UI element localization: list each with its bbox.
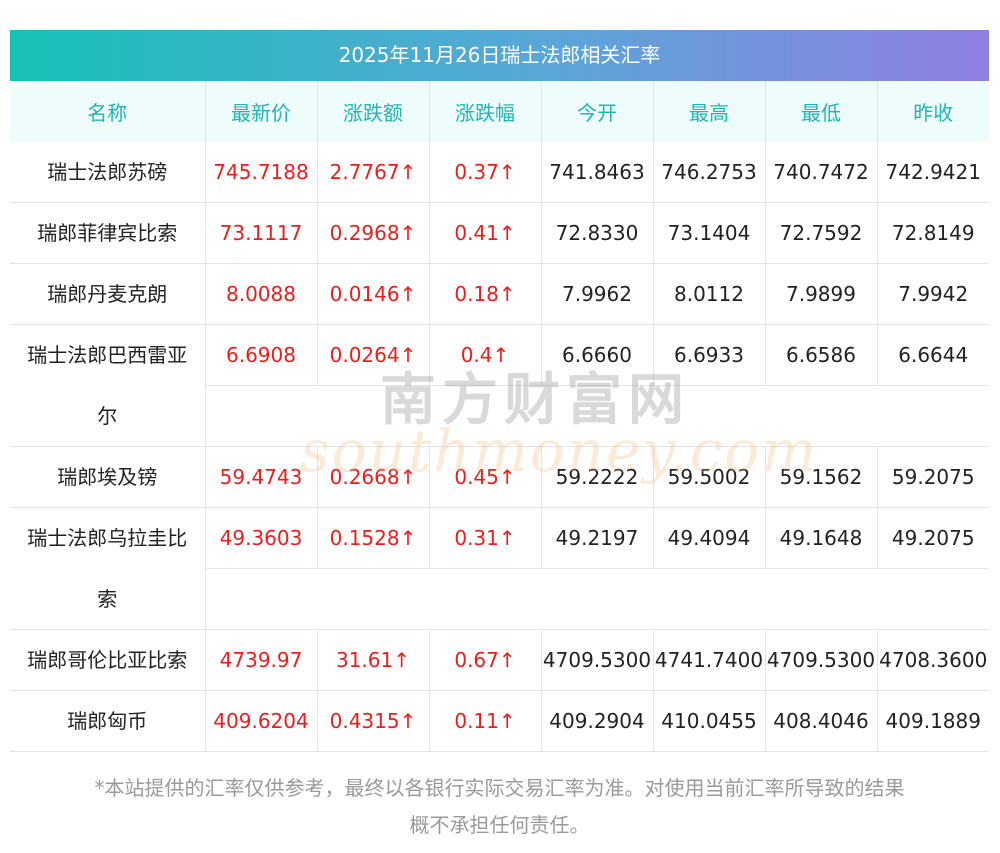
disclaimer-line-2: 概不承担任何责任。 [409,813,590,837]
currency-name: 瑞郎菲律宾比索 [10,202,206,264]
change-percent: 0.4↑ [429,324,542,386]
change-amount: 0.1528↑ [317,507,430,569]
low-price: 6.6586 [765,324,878,386]
change-percent: 0.45↑ [429,446,542,508]
open-price: 741.8463 [541,142,654,203]
currency-name: 瑞郎埃及镑 [10,446,206,508]
col-high-header: 最高 [653,81,766,142]
low-price: 7.9899 [765,263,878,325]
open-price: 49.2197 [541,507,654,569]
currency-name: 瑞士法郎巴西雷亚 [10,324,206,386]
high-price: 59.5002 [653,446,766,508]
change-percent: 0.37↑ [429,142,542,203]
high-price: 49.4094 [653,507,766,569]
change-percent: 0.31↑ [429,507,542,569]
table-row: 瑞士法郎巴西雷亚 6.6908 0.0264↑ 0.4↑ 6.6660 6.69… [10,324,989,386]
currency-name-continued: 索 [10,568,206,630]
currency-name-continued: 尔 [10,385,206,447]
prev-close: 4708.3600 [877,629,989,691]
prev-close: 409.1889 [877,690,989,752]
rates-table: 名称 最新价 涨跌额 涨跌幅 今开 最高 最低 昨收 瑞士法郎苏磅 745.71… [10,81,989,752]
high-price: 4741.7400 [653,629,766,691]
disclaimer-line-1: *本站提供的汇率仅供参考，最终以各银行实际交易汇率为准。对使用当前汇率所导致的结… [94,776,905,800]
currency-name: 瑞郎丹麦克朗 [10,263,206,325]
empty-cell [205,385,989,447]
change-percent: 0.11↑ [429,690,542,752]
low-price: 4709.5300 [765,629,878,691]
latest-price: 6.6908 [205,324,318,386]
table-row: 瑞郎菲律宾比索 73.1117 0.2968↑ 0.41↑ 72.8330 73… [10,202,989,264]
currency-name: 瑞郎匈币 [10,690,206,752]
high-price: 6.6933 [653,324,766,386]
currency-name: 瑞郎哥伦比亚比索 [10,629,206,691]
change-amount: 2.7767↑ [317,142,430,203]
latest-price: 8.0088 [205,263,318,325]
open-price: 6.6660 [541,324,654,386]
change-amount: 0.2968↑ [317,202,430,264]
rates-panel: 2025年11月26日瑞士法郎相关汇率 名称 最新价 涨跌额 涨跌幅 今开 最高… [10,30,989,752]
disclaimer: *本站提供的汇率仅供参考，最终以各银行实际交易汇率为准。对使用当前汇率所导致的结… [10,770,989,844]
open-price: 4709.5300 [541,629,654,691]
change-percent: 0.41↑ [429,202,542,264]
low-price: 408.4046 [765,690,878,752]
high-price: 746.2753 [653,142,766,203]
latest-price: 59.4743 [205,446,318,508]
table-row: 瑞郎丹麦克朗 8.0088 0.0146↑ 0.18↑ 7.9962 8.011… [10,263,989,325]
col-low-header: 最低 [765,81,878,142]
change-amount: 0.0146↑ [317,263,430,325]
latest-price: 49.3603 [205,507,318,569]
high-price: 410.0455 [653,690,766,752]
prev-close: 6.6644 [877,324,989,386]
col-prev-header: 昨收 [877,81,989,142]
change-amount: 0.4315↑ [317,690,430,752]
open-price: 72.8330 [541,202,654,264]
low-price: 49.1648 [765,507,878,569]
change-amount: 31.61↑ [317,629,430,691]
table-row: 瑞郎哥伦比亚比索 4739.97 31.61↑ 0.67↑ 4709.5300 … [10,629,989,691]
low-price: 740.7472 [765,142,878,203]
prev-close: 742.9421 [877,142,989,203]
open-price: 409.2904 [541,690,654,752]
col-latest-header: 最新价 [205,81,318,142]
change-percent: 0.67↑ [429,629,542,691]
col-name-header: 名称 [10,81,206,142]
high-price: 8.0112 [653,263,766,325]
open-price: 59.2222 [541,446,654,508]
currency-name: 瑞士法郎苏磅 [10,142,206,203]
change-amount: 0.0264↑ [317,324,430,386]
table-row: 瑞士法郎乌拉圭比 49.3603 0.1528↑ 0.31↑ 49.2197 4… [10,507,989,569]
table-title: 2025年11月26日瑞士法郎相关汇率 [10,30,989,81]
prev-close: 59.2075 [877,446,989,508]
high-price: 73.1404 [653,202,766,264]
prev-close: 49.2075 [877,507,989,569]
low-price: 59.1562 [765,446,878,508]
open-price: 7.9962 [541,263,654,325]
col-open-header: 今开 [541,81,654,142]
change-percent: 0.18↑ [429,263,542,325]
table-row: 瑞郎匈币 409.6204 0.4315↑ 0.11↑ 409.2904 410… [10,690,989,752]
latest-price: 4739.97 [205,629,318,691]
table-row: 瑞郎埃及镑 59.4743 0.2668↑ 0.45↑ 59.2222 59.5… [10,446,989,508]
prev-close: 72.8149 [877,202,989,264]
table-row: 瑞士法郎苏磅 745.7188 2.7767↑ 0.37↑ 741.8463 7… [10,142,989,203]
table-row-continuation: 尔 [10,385,989,447]
latest-price: 73.1117 [205,202,318,264]
empty-cell [205,568,989,630]
col-pct-header: 涨跌幅 [429,81,542,142]
change-amount: 0.2668↑ [317,446,430,508]
col-change-header: 涨跌额 [317,81,430,142]
header-row: 名称 最新价 涨跌额 涨跌幅 今开 最高 最低 昨收 [10,81,989,142]
table-row-continuation: 索 [10,568,989,630]
low-price: 72.7592 [765,202,878,264]
latest-price: 745.7188 [205,142,318,203]
currency-name: 瑞士法郎乌拉圭比 [10,507,206,569]
prev-close: 7.9942 [877,263,989,325]
latest-price: 409.6204 [205,690,318,752]
